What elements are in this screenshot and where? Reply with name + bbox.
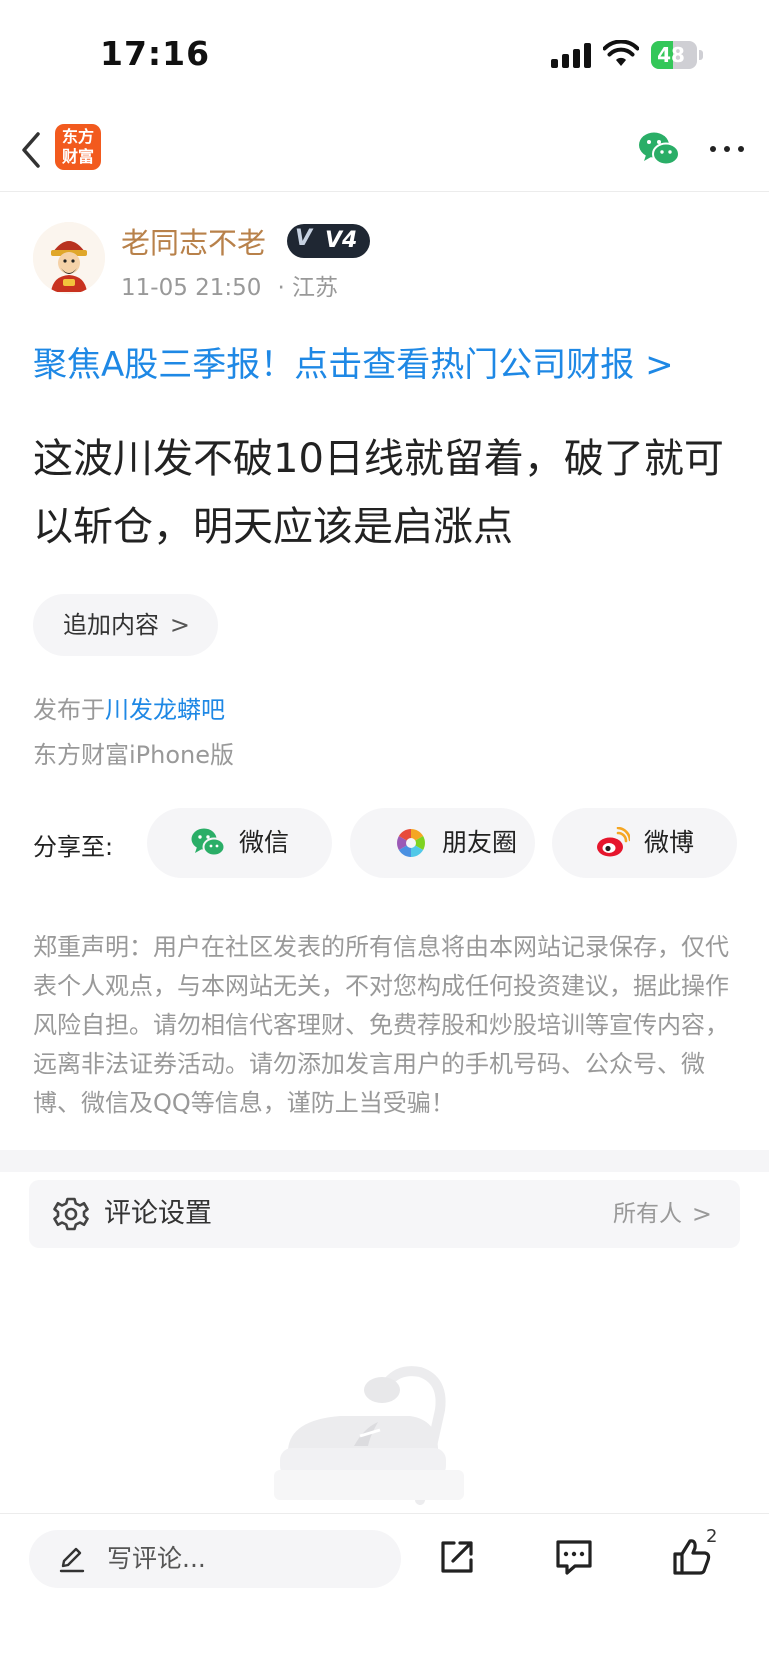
share-weibo-label: 微博 [644, 828, 695, 857]
comment-settings-value: 所有人 [613, 1201, 682, 1227]
level-badge: V V4 [287, 224, 370, 258]
client-source: 东方财富iPhone版 [33, 741, 235, 769]
published-prefix: 发布于 [33, 696, 105, 724]
chevron-right-icon: > [691, 1200, 712, 1228]
share-wechat-button[interactable]: 微信 [147, 808, 332, 878]
post-location: · 江苏 [277, 275, 339, 301]
share-icon[interactable] [436, 1536, 478, 1578]
logo-text-line1: 东方 [61, 127, 94, 146]
battery-icon: 48 [651, 41, 703, 69]
battery-percent: 48 [657, 43, 685, 67]
cellular-signal-icon [551, 42, 591, 68]
badge-level: V4 [325, 228, 358, 253]
status-time: 17:16 [100, 34, 211, 73]
caishen-avatar-icon [33, 222, 105, 294]
published-in: 发布于川发龙蟒吧 [33, 690, 225, 725]
wechat-icon [191, 828, 225, 857]
share-moments-label: 朋友圈 [442, 828, 518, 857]
share-wechat-label: 微信 [239, 828, 290, 857]
app-logo[interactable]: 东方 财富 [55, 124, 101, 170]
share-weibo-button[interactable]: 微博 [552, 808, 737, 878]
share-moments-button[interactable]: 朋友圈 [350, 808, 535, 878]
wifi-icon [603, 40, 639, 66]
stock-bar-link[interactable]: 川发龙蟒吧 [105, 696, 225, 724]
bottom-toolbar: 写评论... 2 [0, 1513, 769, 1665]
append-content-label: 追加内容 [63, 611, 159, 639]
gear-icon [53, 1197, 89, 1231]
like-count: 2 [706, 1526, 718, 1547]
nav-bar: 东方 财富 [0, 110, 769, 192]
back-icon[interactable] [16, 128, 46, 172]
weibo-icon [597, 827, 630, 857]
comment-placeholder: 写评论... [107, 1544, 206, 1573]
comment-settings-row[interactable]: 评论设置 所有人 > [29, 1180, 740, 1248]
status-bar: 17:16 48 [0, 0, 769, 110]
append-content-button[interactable]: 追加内容 > [33, 594, 218, 656]
promo-link[interactable]: 聚焦A股三季报！点击查看热门公司财报 > [33, 337, 674, 386]
comment-icon[interactable] [553, 1536, 595, 1578]
chevron-right-icon: > [169, 611, 190, 639]
disclaimer-text: 郑重声明：用户在社区发表的所有信息将由本网站记录保存，仅代表个人观点，与本网站无… [33, 933, 729, 1117]
avatar[interactable] [33, 222, 105, 294]
author-name[interactable]: 老同志不老 [121, 220, 266, 262]
vip-v-icon: V [295, 226, 313, 251]
share-label: 分享至: [33, 833, 114, 861]
comment-input[interactable]: 写评论... [29, 1530, 401, 1588]
section-divider [0, 1150, 769, 1172]
pen-icon [59, 1547, 85, 1573]
post-body: 这波川发不破10日线就留着，破了就可以斩仓，明天应该是启涨点 [33, 436, 724, 550]
wechat-share-icon[interactable] [638, 130, 680, 168]
logo-text-line2: 财富 [61, 147, 94, 166]
moments-icon [397, 829, 425, 857]
more-options-icon[interactable] [710, 146, 744, 154]
comment-settings-label: 评论设置 [104, 1198, 212, 1229]
post-meta: 11-05 21:50 · 江苏 [121, 268, 338, 302]
empty-comments-illustration [274, 1366, 464, 1505]
post-datetime: 11-05 21:50 [121, 275, 262, 301]
